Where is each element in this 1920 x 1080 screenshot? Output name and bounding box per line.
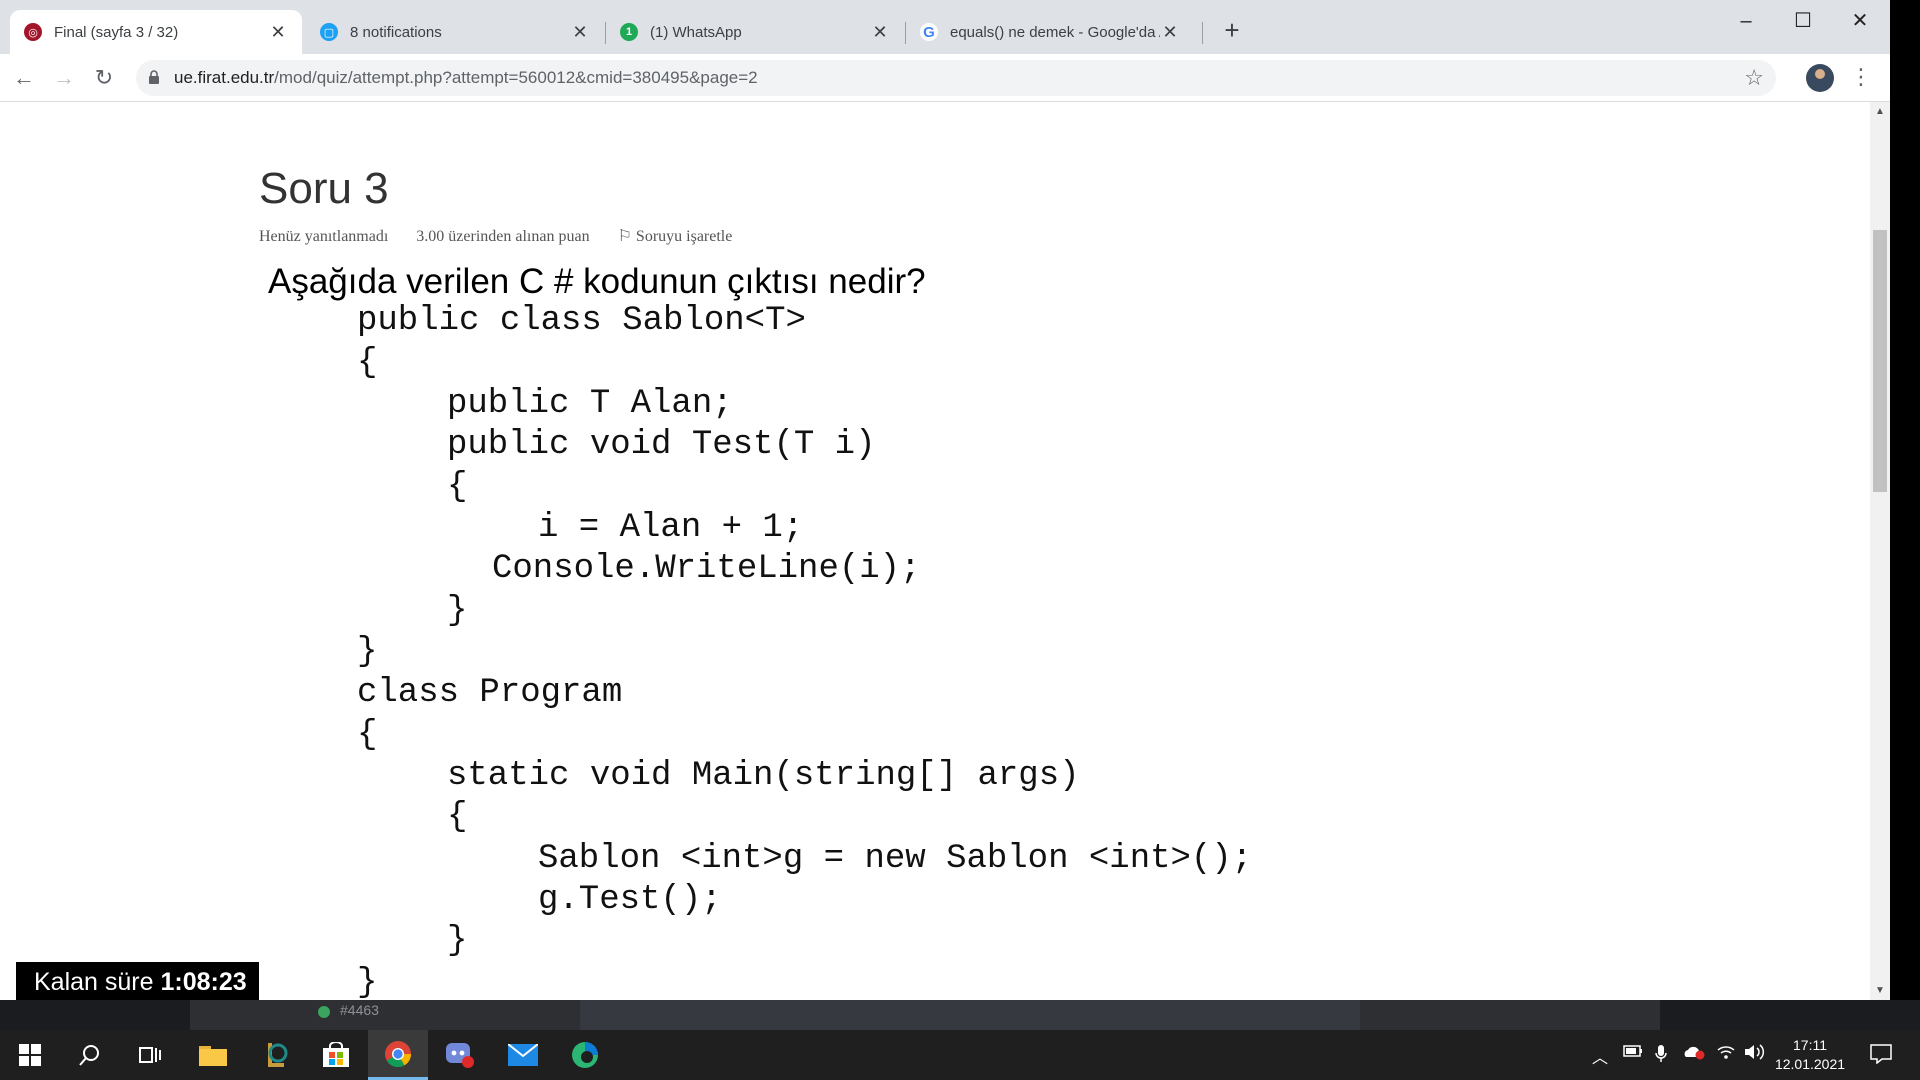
close-icon[interactable]: ✕ xyxy=(268,22,288,43)
online-status-icon xyxy=(318,1006,330,1018)
background-app-strip: #4463 xyxy=(0,1000,1920,1030)
discord-icon[interactable] xyxy=(430,1030,490,1080)
reload-icon[interactable]: ↻ xyxy=(88,62,120,94)
task-view-icon[interactable] xyxy=(120,1030,180,1080)
whatsapp-icon: 1 xyxy=(620,23,638,41)
lock-icon xyxy=(149,70,159,84)
moodle-icon: ◎ xyxy=(24,23,42,41)
flag-icon: ⚐ xyxy=(617,228,632,245)
screen: ◎ Final (sayfa 3 / 32) ✕ ▢ 8 notificatio… xyxy=(0,0,1920,1080)
question-text: Aşağıda verilen C # kodunun çıktısı nedi… xyxy=(268,262,926,301)
search-icon[interactable] xyxy=(60,1030,120,1080)
flag-question-link[interactable]: ⚐ Soruyu işaretle xyxy=(618,228,757,245)
onedrive-icon[interactable] xyxy=(1682,1044,1706,1065)
page-scrollbar[interactable]: ▲ ▼ xyxy=(1870,102,1890,1000)
code-line: } xyxy=(357,633,378,671)
taskbar: ︿ 17:11 12.01.2021 xyxy=(0,1030,1920,1080)
close-icon[interactable]: ✕ xyxy=(570,22,590,43)
strip-panel xyxy=(190,1000,580,1030)
question-info: Henüz yanıtlanmadı 3.00 üzerinden alınan… xyxy=(259,226,780,246)
quiz-page: Soru 3 Henüz yanıtlanmadı 3.00 üzerinden… xyxy=(0,102,1870,1000)
close-window-icon[interactable]: ✕ xyxy=(1840,6,1880,36)
address-bar[interactable]: ue.firat.edu.tr/mod/quiz/attempt.php?att… xyxy=(136,60,1776,96)
clock-date: 12.01.2021 xyxy=(1774,1056,1846,1072)
chat-icon: ▢ xyxy=(320,23,338,41)
maximize-icon[interactable]: ☐ xyxy=(1783,6,1823,36)
question-title: Soru 3 xyxy=(259,164,389,213)
tab-title: (1) WhatsApp xyxy=(650,23,742,41)
code-line: } xyxy=(447,922,468,960)
flag-label: Soruyu işaretle xyxy=(635,228,733,245)
bookmark-star-icon[interactable]: ☆ xyxy=(1744,65,1764,91)
question-status: Henüz yanıtlanmadı xyxy=(259,228,389,245)
browser-toolbar: ← → ↻ ue.firat.edu.tr/mod/quiz/attempt.p… xyxy=(0,54,1890,102)
minimize-icon[interactable]: – xyxy=(1726,6,1766,36)
code-line: { xyxy=(447,468,468,506)
tab-strip: ◎ Final (sayfa 3 / 32) ✕ ▢ 8 notificatio… xyxy=(0,0,1890,54)
store-icon[interactable] xyxy=(306,1030,366,1080)
code-line: class Program xyxy=(357,674,623,712)
chrome-icon[interactable] xyxy=(368,1030,428,1080)
code-line: i = Alan + 1; xyxy=(538,509,804,547)
clock-time: 17:11 xyxy=(1793,1037,1827,1053)
code-line: { xyxy=(357,716,378,754)
user-tag: #4463 xyxy=(340,1002,379,1018)
google-icon: G xyxy=(920,23,938,41)
browser-window: ◎ Final (sayfa 3 / 32) ✕ ▢ 8 notificatio… xyxy=(0,0,1890,1000)
quiz-timer: Kalan süre 1:08:23 xyxy=(16,962,259,1000)
tab-quiz[interactable]: ◎ Final (sayfa 3 / 32) ✕ xyxy=(10,10,302,54)
code-line: g.Test(); xyxy=(538,881,722,919)
new-tab-button[interactable]: + xyxy=(1218,14,1246,46)
code-line: static void Main(string[] args) xyxy=(447,757,1080,795)
code-line: Console.WriteLine(i); xyxy=(492,550,921,588)
more-menu-icon[interactable]: ⋮ xyxy=(1850,64,1872,90)
chevron-up-icon[interactable]: ︿ xyxy=(1592,1044,1608,1068)
file-explorer-icon[interactable] xyxy=(183,1030,243,1080)
forward-icon[interactable]: → xyxy=(48,62,80,94)
windows-start-icon[interactable] xyxy=(0,1030,60,1080)
code-line: public class Sablon<T> xyxy=(357,302,806,340)
battery-icon[interactable] xyxy=(1623,1044,1643,1063)
strip-panel xyxy=(580,1000,1360,1030)
close-icon[interactable]: ✕ xyxy=(870,22,890,43)
code-line: } xyxy=(357,964,378,1000)
tab-notifications[interactable]: ▢ 8 notifications ✕ xyxy=(306,10,604,54)
volume-icon[interactable] xyxy=(1744,1044,1766,1065)
tab-divider xyxy=(1202,22,1203,44)
url-path: /mod/quiz/attempt.php?attempt=560012&cmi… xyxy=(274,68,758,87)
back-icon[interactable]: ← xyxy=(8,62,40,94)
system-clock[interactable]: 17:11 12.01.2021 xyxy=(1770,1036,1850,1074)
wifi-icon[interactable] xyxy=(1716,1044,1736,1065)
code-line: public T Alan; xyxy=(447,385,733,423)
code-line: { xyxy=(357,344,378,382)
code-line: } xyxy=(447,592,468,630)
tab-whatsapp[interactable]: 1 (1) WhatsApp ✕ xyxy=(606,10,904,54)
close-icon[interactable]: ✕ xyxy=(1160,22,1180,43)
url-text[interactable]: ue.firat.edu.tr/mod/quiz/attempt.php?att… xyxy=(174,68,758,88)
timer-label: Kalan süre xyxy=(34,968,154,996)
scrollbar-thumb[interactable] xyxy=(1873,230,1887,492)
tab-title: 8 notifications xyxy=(350,23,442,41)
scroll-down-icon[interactable]: ▼ xyxy=(1875,985,1885,996)
edge-icon[interactable] xyxy=(555,1030,615,1080)
tab-title: Final (sayfa 3 / 32) xyxy=(54,23,179,41)
tab-title: equals() ne demek - Google'da A xyxy=(950,23,1160,41)
mail-icon[interactable] xyxy=(493,1030,553,1080)
game-launcher-icon[interactable] xyxy=(245,1030,305,1080)
question-points: 3.00 üzerinden alınan puan xyxy=(416,228,590,245)
code-line: { xyxy=(447,798,468,836)
microphone-icon[interactable] xyxy=(1655,1044,1667,1069)
notifications-icon[interactable] xyxy=(1870,1044,1892,1069)
tab-google[interactable]: G equals() ne demek - Google'da A ✕ xyxy=(906,10,1194,54)
profile-avatar[interactable] xyxy=(1806,64,1834,92)
code-line: public void Test(T i) xyxy=(447,426,876,464)
strip-panel xyxy=(1360,1000,1660,1030)
scroll-up-icon[interactable]: ▲ xyxy=(1875,106,1885,117)
url-host: ue.firat.edu.tr xyxy=(174,68,275,87)
code-line: Sablon <int>g = new Sablon <int>(); xyxy=(538,840,1253,878)
timer-value: 1:08:23 xyxy=(160,968,247,996)
